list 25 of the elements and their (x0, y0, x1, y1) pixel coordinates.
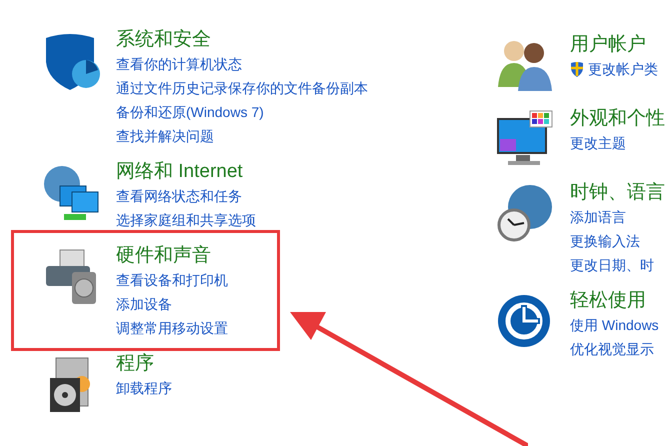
category-title[interactable]: 用户帐户 (570, 33, 646, 57)
task-link[interactable]: 更改帐户类 (570, 57, 658, 81)
task-link[interactable]: 更改主题 (570, 131, 626, 155)
task-link[interactable]: 通过文件历史记录保存你的文件备份副本 (116, 76, 368, 100)
category-title[interactable]: 系统和安全 (116, 28, 211, 52)
task-link[interactable]: 添加设备 (116, 292, 172, 316)
task-link[interactable]: 使用 Windows (570, 313, 659, 337)
category-title[interactable]: 时钟、语言 (570, 181, 665, 205)
task-link[interactable]: 查找并解决问题 (116, 124, 214, 148)
task-link[interactable]: 备份和还原(Windows 7) (116, 100, 264, 124)
task-link[interactable]: 优化视觉显示 (570, 337, 654, 361)
category-title[interactable]: 硬件和声音 (116, 244, 211, 268)
task-link[interactable]: 添加语言 (570, 205, 626, 229)
category-title[interactable]: 轻松使用 (570, 289, 646, 313)
category-title[interactable]: 网络和 Internet (116, 160, 243, 184)
task-link[interactable]: 更改日期、时 (570, 253, 654, 277)
task-link[interactable]: 更换输入法 (570, 229, 640, 253)
task-link[interactable]: 卸载程序 (116, 376, 172, 400)
task-link[interactable]: 调整常用移动设置 (116, 316, 228, 340)
task-link[interactable]: 选择家庭组和共享选项 (116, 208, 256, 232)
category-title[interactable]: 外观和个性 (570, 107, 665, 131)
task-link[interactable]: 查看网络状态和任务 (116, 184, 242, 208)
task-link[interactable]: 查看你的计算机状态 (116, 52, 242, 76)
category-title[interactable]: 程序 (116, 352, 154, 376)
task-link[interactable]: 查看设备和打印机 (116, 268, 228, 292)
